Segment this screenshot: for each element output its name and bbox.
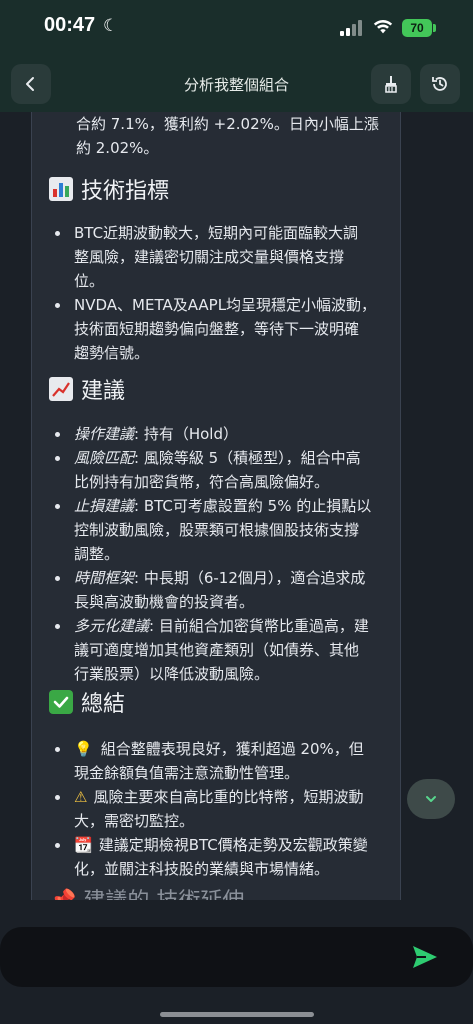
list-line: : 持有（Hold）: [134, 425, 238, 443]
broom-icon: [385, 76, 397, 93]
list-item: 📆 建議定期檢視BTC價格走勢及宏觀政策變 化，並關注科技股的業績與市場情緒。: [49, 833, 389, 881]
chevron-down-icon: [426, 796, 436, 802]
list-line: 大，需密切監控。: [74, 812, 195, 830]
cellular-signal-icon: [340, 20, 362, 36]
advice-label: 止損建議: [74, 497, 135, 515]
list-line: 組合整體表現良好，獲利超過 20%，但: [100, 740, 364, 758]
section-heading-summary: 總結: [49, 687, 125, 717]
list-line: 比例持有加密貨幣，符合高風險偏好。: [74, 473, 330, 491]
list-line: 化，並關注科技股的業績與市場情緒。: [74, 860, 330, 878]
history-button[interactable]: [420, 64, 460, 104]
clear-chat-button[interactable]: [371, 64, 411, 104]
list-line: 長與高波動機會的投資者。: [74, 593, 255, 611]
list-line: : 目前組合加密貨幣比重過高，建: [149, 617, 369, 635]
history-icon: [432, 77, 447, 91]
section-heading-technical: 技術指標: [49, 174, 169, 204]
list-line: BTC近期波動較大，短期內可能面臨較大調: [74, 224, 359, 242]
list-line: 行業股票）以降低波動風險。: [74, 665, 270, 683]
battery-indicator: 70: [402, 19, 432, 37]
advice-label: 風險匹配: [74, 449, 135, 467]
list-line: : 風險等級 5（積極型），組合中高: [134, 449, 361, 467]
chart-increasing-icon: [49, 377, 73, 401]
list-item: NVDA、META及AAPL均呈現穩定小幅波動， 技術面短期趨勢偏向盤整，等待下…: [49, 293, 389, 365]
battery-cap: [433, 24, 436, 32]
list-item: 多元化建議: 目前組合加密貨幣比重過高，建 議可適度增加其他資產類別（如債券、其…: [49, 614, 389, 686]
advice-label: 操作建議: [74, 425, 135, 443]
warning-icon: ⚠: [74, 788, 88, 806]
list-item: 止損建議: BTC可考慮設置約 5% 的止損點以 控制波動風險，股票類可根據個股…: [49, 494, 389, 566]
list-line: 控制波動風險，股票類可根據個股技術支撐: [74, 521, 360, 539]
summary-list: 💡 組合整體表現良好，獲利超過 20%，但 現金餘額負值需注意流動性管理。 ⚠ 風險…: [49, 737, 389, 881]
check-mark-icon: [49, 690, 73, 714]
cut-off-heading: 📌 建議的 技術延伸: [49, 883, 244, 900]
status-time: 00:47: [44, 14, 96, 36]
advice-label: 多元化建議: [74, 617, 150, 635]
assistant-message: 合約 7.1%，獲利約 +2.02%。日內小幅上漲 約 2.02%。 技術指標 …: [31, 112, 401, 900]
wifi-icon: [373, 20, 393, 34]
advice-list: 操作建議: 持有（Hold） 風險匹配: 風險等級 5（積極型），組合中高 比例…: [49, 422, 389, 686]
intro-line: 約 2.02%。: [76, 139, 159, 157]
bar-chart-icon: [49, 177, 73, 201]
list-line: 整風險，建議密切關注成交量與價格支撐: [74, 248, 345, 266]
list-line: : 中長期（6-12個月），適合追求成: [134, 569, 366, 587]
lightbulb-icon: 💡: [74, 740, 93, 758]
list-item: 💡 組合整體表現良好，獲利超過 20%，但 現金餘額負值需注意流動性管理。: [49, 737, 389, 785]
message-input[interactable]: [0, 927, 473, 987]
list-item: 操作建議: 持有（Hold）: [49, 422, 389, 446]
battery-level: 70: [410, 21, 424, 35]
list-line: 調整。: [74, 545, 120, 563]
list-line: NVDA、META及AAPL均呈現穩定小幅波動，: [74, 296, 377, 314]
send-icon[interactable]: [409, 941, 441, 973]
intro-line: 合約 7.1%，獲利約 +2.02%。日內小幅上漲: [76, 115, 379, 133]
calendar-icon: 📆: [74, 836, 93, 854]
list-line: 風險主要來自高比重的比特幣，短期波動: [93, 788, 364, 806]
list-line: 趨勢信號。: [74, 344, 150, 362]
section-heading-advice: 建議: [49, 374, 125, 404]
list-line: 現金餘額負值需注意流動性管理。: [74, 764, 300, 782]
list-line: : BTC可考慮設置約 5% 的止損點以: [134, 497, 372, 515]
home-indicator: [160, 1012, 314, 1017]
scroll-to-bottom-button[interactable]: [407, 779, 455, 819]
list-line: 位。: [74, 272, 105, 290]
heading-text: 總結: [81, 692, 126, 717]
technical-list: BTC近期波動較大，短期內可能面臨較大調 整風險，建議密切關注成交量與價格支撐 …: [49, 221, 389, 365]
list-line: 議可適度增加其他資產類別（如債券、其他: [74, 641, 360, 659]
list-line: 建議定期檢視BTC價格走勢及宏觀政策變: [98, 836, 368, 854]
heading-text: 技術指標: [81, 179, 170, 204]
list-item: ⚠ 風險主要來自高比重的比特幣，短期波動 大，需密切監控。: [49, 785, 389, 833]
list-item: 時間框架: 中長期（6-12個月），適合追求成 長與高波動機會的投資者。: [49, 566, 389, 614]
moon-icon: ☾: [103, 16, 119, 36]
intro-text: 合約 7.1%，獲利約 +2.02%。日內小幅上漲 約 2.02%。: [76, 112, 379, 160]
list-line: 技術面短期趨勢偏向盤整，等待下一波明確: [74, 320, 360, 338]
advice-label: 時間框架: [74, 569, 135, 587]
list-item: BTC近期波動較大，短期內可能面臨較大調 整風險，建議密切關注成交量與價格支撐 …: [49, 221, 389, 293]
list-item: 風險匹配: 風險等級 5（積極型），組合中高 比例持有加密貨幣，符合高風險偏好。: [49, 446, 389, 494]
chat-header: 分析我整個組合: [0, 56, 473, 112]
heading-text: 建議: [81, 379, 126, 404]
status-bar: 00:47 ☾ 70: [0, 0, 473, 56]
